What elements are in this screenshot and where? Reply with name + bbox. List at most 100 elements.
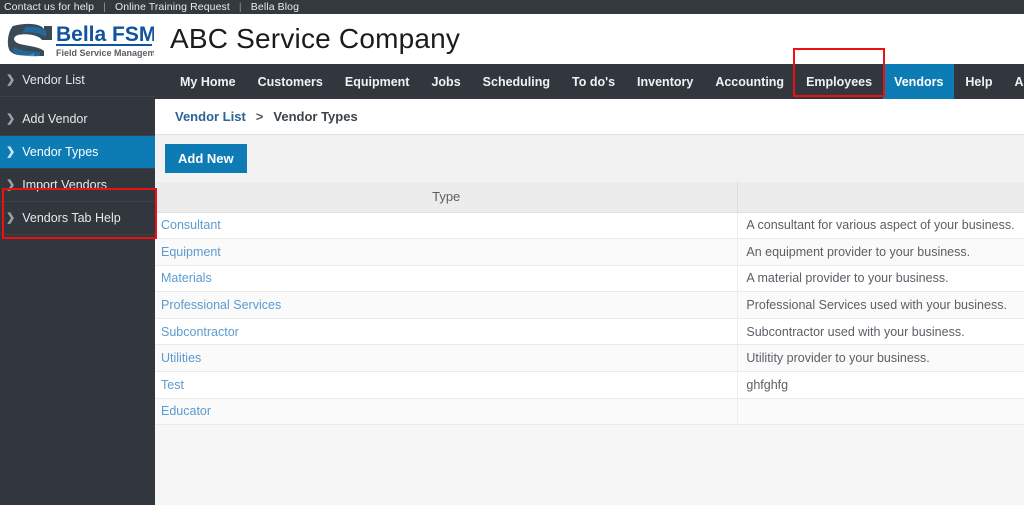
cell-type: Educator: [155, 398, 739, 426]
cell-type: Professional Services: [155, 291, 739, 319]
cell-description: Professional Services used with your bus…: [737, 291, 1024, 319]
sidebar-item-vendor-list[interactable]: ❯ Vendor List: [0, 64, 155, 97]
table-body: Consultant A consultant for various aspe…: [155, 212, 1024, 426]
breadcrumb: Vendor List > Vendor Types: [155, 99, 1024, 134]
table-head: Type: [155, 182, 1024, 213]
tab-label: Employees: [806, 74, 873, 89]
vendor-type-link[interactable]: Utilities: [161, 351, 201, 365]
sidebar-item-vendors-tab-help[interactable]: ❯ Vendors Tab Help: [0, 202, 155, 235]
tab-scheduling[interactable]: Scheduling: [472, 64, 561, 99]
vendor-type-link[interactable]: Educator: [161, 404, 211, 418]
vendor-type-link[interactable]: Consultant: [161, 218, 221, 232]
bella-swoosh-logo-icon: Bella FSM Field Service Management: [7, 23, 154, 58]
vendor-type-link[interactable]: Materials: [161, 271, 212, 285]
column-header-type[interactable]: Type: [155, 182, 739, 213]
table-row[interactable]: Professional Services Professional Servi…: [155, 291, 1024, 319]
tab-help[interactable]: Help: [954, 64, 1003, 99]
sidebar-item-label: Import Vendors: [22, 178, 107, 192]
tab-to-dos[interactable]: To do's: [561, 64, 626, 99]
cell-description: [737, 398, 1024, 426]
vendor-type-link[interactable]: Professional Services: [161, 298, 281, 312]
tab-label: My Home: [180, 74, 236, 89]
bella-blog-link[interactable]: Bella Blog: [251, 1, 299, 13]
sidebar-item-label: Vendor Types: [22, 145, 99, 159]
breadcrumb-separator: >: [255, 109, 264, 124]
cell-description: Utilitity provider to your business.: [737, 344, 1024, 373]
table-row[interactable]: Utilities Utilitity provider to your bus…: [155, 344, 1024, 373]
vendor-types-table-container: Type Consultant A consultant for various…: [155, 182, 1024, 426]
column-header-description[interactable]: [737, 182, 1024, 213]
vendor-type-link[interactable]: Subcontractor: [161, 325, 239, 339]
tab-label: Vendors: [894, 74, 944, 89]
table-row[interactable]: Educator: [155, 398, 1024, 426]
cell-description: An equipment provider to your business.: [737, 238, 1024, 266]
sidebar-item-vendor-types[interactable]: ❯ Vendor Types: [0, 136, 155, 169]
cell-type: Test: [155, 371, 739, 399]
top-utility-bar: Contact us for help | Online Training Re…: [0, 0, 1024, 14]
chevron-right-icon: ❯: [6, 178, 16, 191]
vendor-type-link[interactable]: Test: [161, 378, 184, 392]
tab-admin[interactable]: Admin: [1004, 64, 1024, 99]
tab-vendors[interactable]: Vendors: [883, 64, 955, 99]
table-row[interactable]: Equipment An equipment provider to your …: [155, 238, 1024, 266]
tab-equipment[interactable]: Equipment: [334, 64, 421, 99]
vendor-type-link[interactable]: Equipment: [161, 245, 221, 259]
tab-label: Scheduling: [482, 74, 551, 89]
cell-type: Consultant: [155, 212, 739, 240]
chevron-right-icon: ❯: [6, 112, 16, 125]
brand-tagline-text: Field Service Management: [56, 48, 154, 58]
toolbar: Add New: [155, 134, 1024, 182]
cell-description: A consultant for various aspect of your …: [737, 212, 1024, 240]
tab-label: Inventory: [637, 74, 694, 89]
main-content: My Home Customers Equipment Jobs Schedul…: [155, 64, 1024, 505]
topbar-separator-2: |: [238, 1, 242, 13]
company-title: ABC Service Company: [170, 23, 461, 54]
tab-accounting[interactable]: Accounting: [704, 64, 795, 99]
tab-employees[interactable]: Employees: [795, 64, 883, 99]
sidebar-item-add-vendor[interactable]: ❯ Add Vendor: [0, 103, 155, 136]
cell-description: A material provider to your business.: [737, 265, 1024, 293]
cell-type: Subcontractor: [155, 318, 739, 346]
tab-label: Help: [965, 74, 993, 89]
tab-label: To do's: [572, 74, 616, 89]
tab-jobs[interactable]: Jobs: [420, 64, 471, 99]
online-training-request-link[interactable]: Online Training Request: [115, 1, 230, 13]
tab-inventory[interactable]: Inventory: [626, 64, 704, 99]
vendor-types-table: Type Consultant A consultant for various…: [155, 182, 1024, 426]
add-new-button[interactable]: Add New: [165, 144, 247, 173]
sidebar: ❯ Vendor List ❯ Add Vendor ❯ Vendor Type…: [0, 64, 157, 505]
breadcrumb-current: Vendor Types: [273, 109, 358, 124]
tab-label: Accounting: [715, 74, 785, 89]
chevron-right-icon: ❯: [6, 73, 16, 86]
page-header: Bella FSM Field Service Management ABC S…: [0, 14, 1024, 64]
breadcrumb-link-vendor-list[interactable]: Vendor List: [175, 109, 246, 124]
sidebar-item-label: Vendor List: [22, 73, 85, 87]
tab-my-home[interactable]: My Home: [169, 64, 247, 99]
tab-label: Customers: [257, 74, 323, 89]
cell-type: Equipment: [155, 238, 739, 266]
cell-type: Materials: [155, 265, 739, 293]
chevron-right-icon: ❯: [6, 145, 16, 158]
tab-label: Admin: [1014, 74, 1024, 89]
cell-description: ghfghfg: [737, 371, 1024, 399]
cell-description: Subcontractor used with your business.: [737, 318, 1024, 346]
cell-type: Utilities: [155, 344, 739, 373]
tab-label: Equipment: [344, 74, 410, 89]
brand-name-text: Bella FSM: [56, 23, 154, 46]
body-wrapper: ❯ Vendor List ❯ Add Vendor ❯ Vendor Type…: [0, 64, 1024, 505]
table-row[interactable]: Materials A material provider to your bu…: [155, 265, 1024, 293]
sidebar-item-label: Add Vendor: [22, 112, 88, 126]
bella-fsm-logo[interactable]: Bella FSM Field Service Management: [6, 17, 154, 61]
topbar-separator-1: |: [103, 1, 106, 13]
contact-us-link[interactable]: Contact us for help: [4, 1, 94, 13]
chevron-right-icon: ❯: [6, 211, 16, 224]
sidebar-item-label: Vendors Tab Help: [22, 211, 121, 225]
table-row[interactable]: Subcontractor Subcontractor used with yo…: [155, 318, 1024, 346]
main-navbar: My Home Customers Equipment Jobs Schedul…: [155, 64, 1024, 99]
table-header-row: Type: [155, 182, 1024, 213]
table-row[interactable]: Consultant A consultant for various aspe…: [155, 212, 1024, 240]
table-row[interactable]: Test ghfghfg: [155, 371, 1024, 399]
tab-label: Jobs: [431, 74, 461, 89]
sidebar-item-import-vendors[interactable]: ❯ Import Vendors: [0, 169, 155, 202]
tab-customers[interactable]: Customers: [247, 64, 334, 99]
